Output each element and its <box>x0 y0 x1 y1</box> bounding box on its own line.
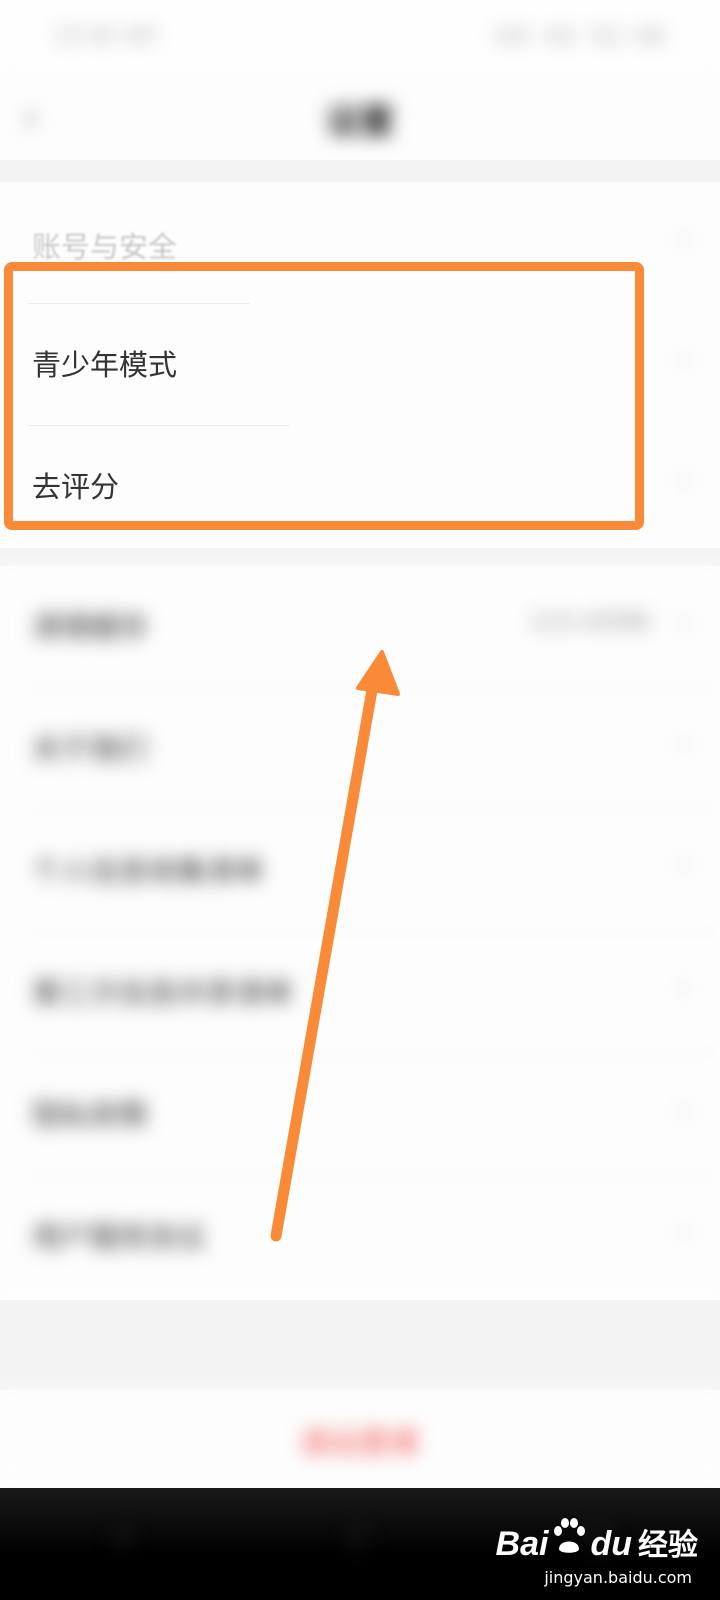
nav-back-icon[interactable]: ◁ <box>107 1518 130 1553</box>
baidu-jingyan-watermark: Bai du 经验 <box>496 1517 698 1564</box>
paw-logo-icon <box>549 1517 589 1555</box>
annotation-arrow <box>270 650 400 1242</box>
watermark-url: jingyan.baidu.com <box>544 1568 692 1587</box>
nav-home-icon[interactable]: ○ <box>344 1518 370 1553</box>
settings-screen: 10:46 AM HD 4G 5G 86 ‹ 设置 账号与安全 › 青少年模式 … <box>0 0 720 1600</box>
watermark-du: du <box>590 1525 632 1563</box>
watermark-jingyan: 经验 <box>638 1528 698 1563</box>
watermark-bai: Bai <box>495 1525 549 1563</box>
